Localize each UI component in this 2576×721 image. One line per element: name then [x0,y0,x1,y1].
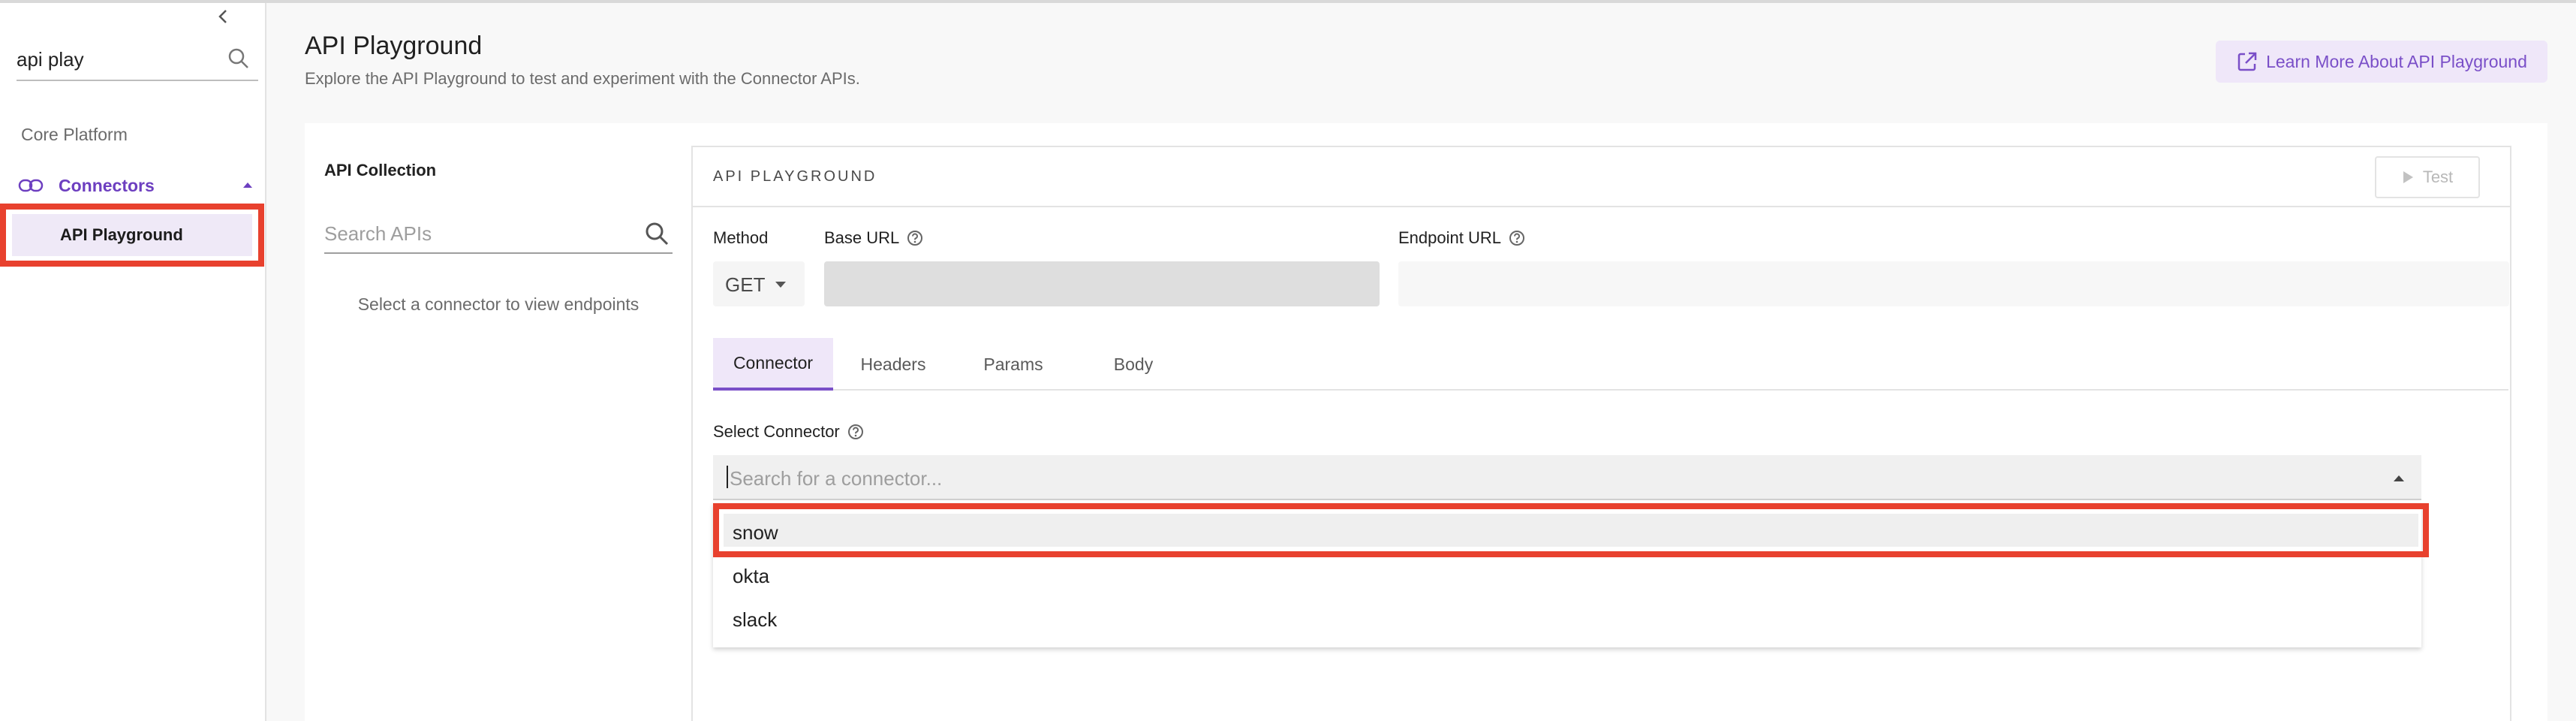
api-search-placeholder: Search APIs [324,222,432,245]
base-url-label-text: Base URL [824,228,900,247]
search-icon[interactable] [227,47,251,71]
connector-search-input[interactable]: Search for a connector... [713,455,2421,500]
connector-search-placeholder: Search for a connector... [730,467,943,490]
search-icon[interactable] [644,221,670,246]
text-cursor [727,466,728,488]
base-url-label: Base URL [824,228,923,248]
test-label: Test [2422,167,2454,186]
sidebar-item-core-platform[interactable]: Core Platform [21,125,128,145]
tab-connector[interactable]: Connector [713,338,833,391]
collapse-sidebar-button[interactable] [213,5,233,29]
page-title: API Playground [305,32,483,60]
caret-up-icon[interactable] [242,180,254,189]
tab-body[interactable]: Body [1073,338,1193,391]
select-connector-label-text: Select Connector [713,422,840,441]
sidebar-item-label: API Playground [60,225,183,244]
learn-more-button[interactable]: Learn More About API Playground [2216,41,2547,83]
base-url-input[interactable] [824,261,1380,306]
chevron-left-icon [218,10,227,23]
option-label: okta [733,565,770,587]
connector-option-snow[interactable]: snow [713,509,2421,553]
link-icon [18,179,44,192]
endpoint-url-label-text: Endpoint URL [1398,228,1501,247]
sidebar: api play Core Platform Connectors API Pl… [0,3,266,721]
select-connector-label: Select Connector [713,422,864,442]
playground-header: API PLAYGROUND Test [693,147,2510,207]
endpoint-url-input[interactable] [1398,261,2509,306]
method-label-text: Method [713,228,769,247]
sidebar-item-api-playground[interactable]: API Playground [12,214,252,256]
endpoint-url-label: Endpoint URL [1398,228,1525,248]
connector-dropdown: snow okta slack [713,503,2429,647]
option-label: snow [733,521,778,544]
sidebar-item-connectors[interactable]: Connectors [18,170,258,201]
sidebar-search-value[interactable]: api play [17,48,84,71]
playground-panel: API PLAYGROUND Test Method Base URL Endp… [691,146,2511,721]
api-search-input[interactable]: Search APIs [324,212,673,254]
external-link-icon [2237,52,2257,71]
help-icon[interactable] [847,424,864,440]
connector-option-okta[interactable]: okta [713,553,2421,596]
help-icon[interactable] [1509,230,1525,246]
caret-down-icon [775,282,786,288]
method-select[interactable]: GET [713,261,805,306]
help-icon[interactable] [907,230,923,246]
learn-more-label: Learn More About API Playground [2266,51,2527,71]
tab-headers[interactable]: Headers [833,338,953,391]
tab-params[interactable]: Params [953,338,1073,391]
method-value: GET [725,273,766,296]
caret-up-icon[interactable] [2393,475,2405,482]
sidebar-search-input[interactable]: api play [17,36,258,81]
empty-endpoints-text: Select a connector to view endpoints [357,294,639,314]
sidebar-item-label: Connectors [59,175,155,195]
api-collection-title: API Collection [324,161,437,179]
test-button[interactable]: Test [2375,156,2480,198]
request-tabs: Connector Headers Params Body [713,338,2508,391]
method-label: Method [713,228,768,248]
play-icon [2403,171,2413,183]
top-border [0,0,2576,3]
page-subtitle: Explore the API Playground to test and e… [305,69,860,88]
playground-title: API PLAYGROUND [713,168,877,185]
option-label: slack [733,608,778,631]
connector-option-slack[interactable]: slack [713,596,2421,640]
